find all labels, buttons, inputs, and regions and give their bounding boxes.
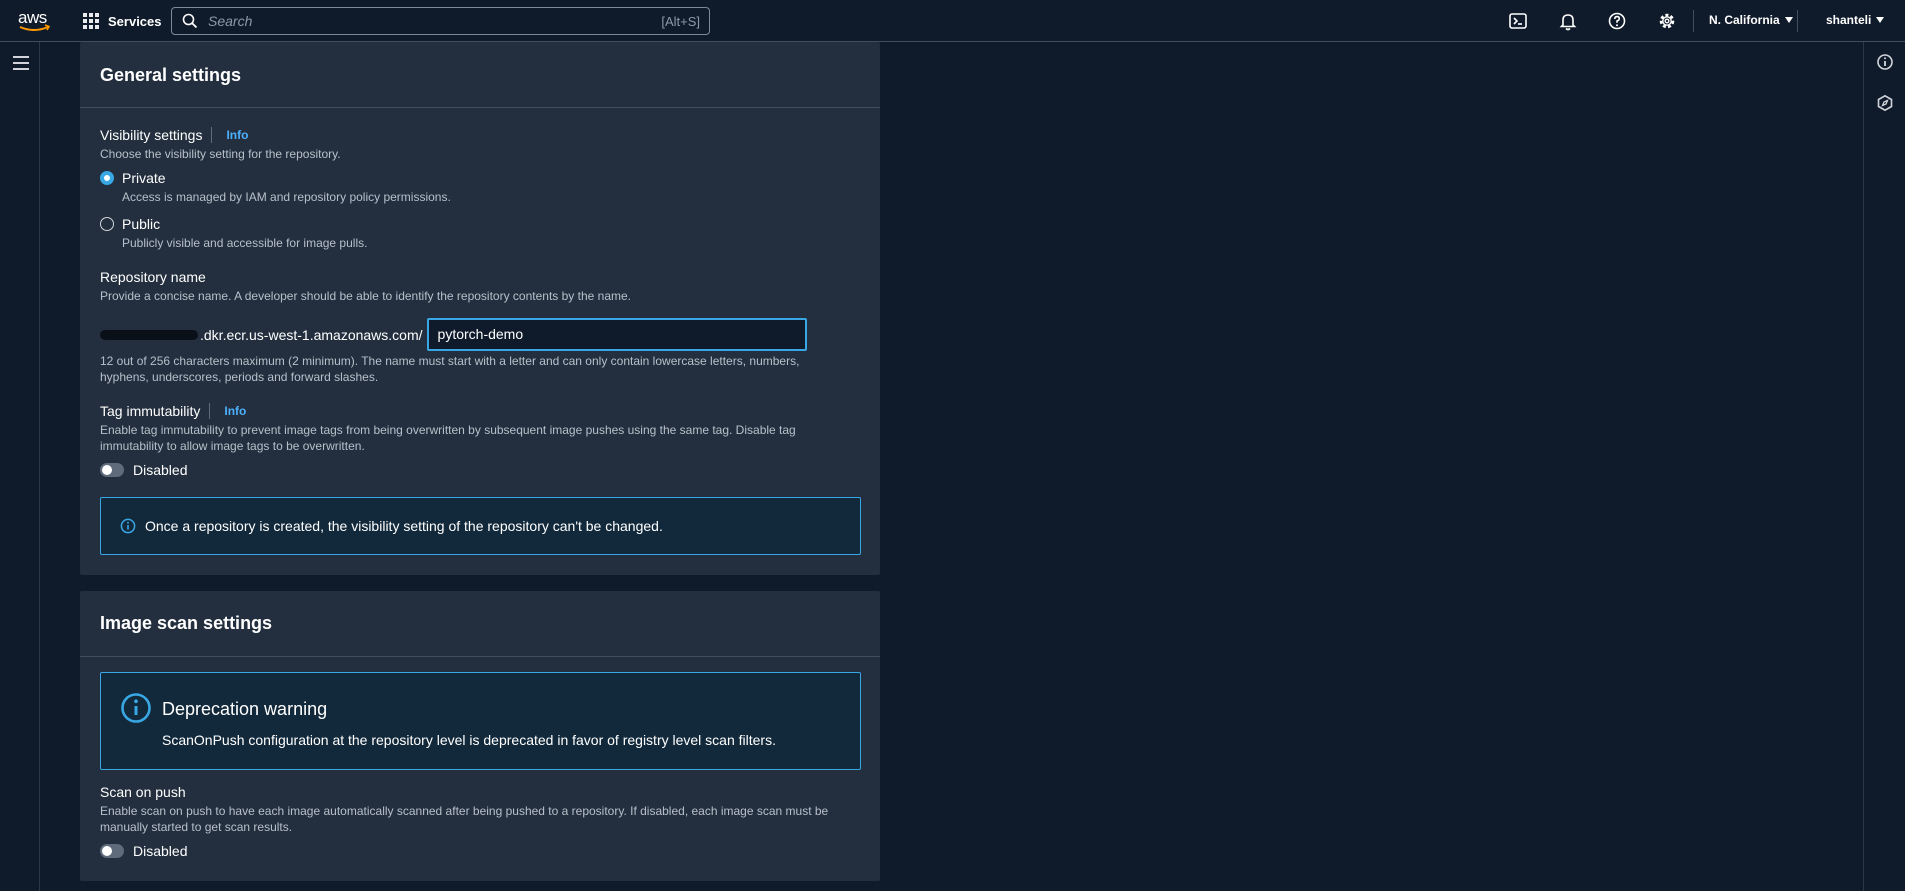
search-icon bbox=[182, 13, 198, 29]
visibility-alert-text: Once a repository is created, the visibi… bbox=[145, 518, 663, 534]
repository-name-label: Repository name bbox=[100, 269, 206, 285]
tag-immutability-toggle-label: Disabled bbox=[133, 462, 188, 478]
private-radio-label: Private bbox=[122, 170, 166, 186]
cloudshell-icon[interactable] bbox=[1508, 11, 1528, 31]
scan-on-push-toggle-label: Disabled bbox=[133, 843, 188, 859]
repository-name-description: Provide a concise name. A developer shou… bbox=[100, 289, 631, 303]
scan-on-push-label: Scan on push bbox=[100, 784, 186, 800]
left-rail bbox=[0, 42, 40, 891]
toggle-knob bbox=[102, 846, 112, 856]
region-label: N. California bbox=[1709, 13, 1780, 27]
tag-immutability-label-row: Tag immutability Info bbox=[100, 403, 246, 419]
visibility-settings-label-row: Visibility settings Info bbox=[100, 127, 248, 143]
nav-divider bbox=[1693, 10, 1694, 32]
repository-uri-row: .dkr.ecr.us-west-1.amazonaws.com/ pytorc… bbox=[100, 318, 807, 351]
public-radio-label: Public bbox=[122, 216, 161, 232]
label-divider bbox=[211, 127, 213, 143]
services-label: Services bbox=[108, 13, 162, 29]
tag-immutability-toggle-row: Disabled bbox=[100, 462, 187, 478]
user-menu[interactable]: shanteli bbox=[1826, 13, 1885, 27]
tag-immutability-toggle[interactable] bbox=[100, 463, 124, 477]
general-settings-panel: General settings Visibility settings Inf… bbox=[80, 42, 880, 575]
aws-smile-icon bbox=[19, 24, 51, 31]
info-icon bbox=[120, 518, 136, 534]
info-icon bbox=[121, 693, 151, 723]
radio-option-private[interactable]: Private bbox=[100, 170, 166, 186]
right-rail bbox=[1863, 42, 1905, 891]
info-panel-icon[interactable] bbox=[1876, 53, 1894, 71]
scan-on-push-toggle-row: Disabled bbox=[100, 843, 187, 859]
label-divider bbox=[209, 403, 211, 419]
private-radio[interactable] bbox=[100, 171, 114, 185]
tag-immutability-info-link[interactable]: Info bbox=[224, 404, 246, 418]
search-shortcut: [Alt+S] bbox=[661, 13, 700, 29]
search-input[interactable]: Search [Alt+S] bbox=[171, 7, 710, 35]
redacted-account-id bbox=[100, 329, 198, 340]
search-placeholder: Search bbox=[208, 13, 253, 29]
visibility-info-link[interactable]: Info bbox=[226, 128, 248, 142]
services-grid-icon bbox=[83, 13, 99, 29]
visibility-description: Choose the visibility setting for the re… bbox=[100, 147, 341, 161]
chevron-down-icon bbox=[1876, 17, 1885, 23]
services-menu-button[interactable]: Services bbox=[83, 9, 162, 33]
panel-header: General settings bbox=[80, 42, 880, 108]
repository-name-hint-line1: 12 out of 256 characters maximum (2 mini… bbox=[100, 354, 800, 368]
scan-on-push-description-line2: manually started to get scan results. bbox=[100, 820, 293, 834]
public-description: Publicly visible and accessible for imag… bbox=[122, 236, 368, 250]
scan-on-push-toggle[interactable] bbox=[100, 844, 124, 858]
settings-icon[interactable] bbox=[1657, 11, 1677, 31]
scan-on-push-description-line1: Enable scan on push to have each image a… bbox=[100, 804, 829, 818]
region-selector[interactable]: N. California bbox=[1709, 13, 1793, 27]
user-label: shanteli bbox=[1826, 13, 1872, 27]
repository-uri-prefix: .dkr.ecr.us-west-1.amazonaws.com/ bbox=[200, 326, 423, 343]
image-scan-settings-panel: Image scan settings Deprecation warning … bbox=[80, 591, 880, 881]
deprecation-warning-title: Deprecation warning bbox=[162, 699, 328, 719]
deprecation-warning-alert: Deprecation warning ScanOnPush configura… bbox=[100, 672, 861, 770]
tag-immutability-description-line1: Enable tag immutability to prevent image… bbox=[100, 423, 796, 437]
chevron-down-icon bbox=[1784, 17, 1793, 23]
deprecation-warning-text: ScanOnPush configuration at the reposito… bbox=[162, 732, 776, 748]
private-description: Access is managed by IAM and repository … bbox=[122, 190, 451, 204]
visibility-settings-label: Visibility settings bbox=[100, 127, 203, 143]
panel-header: Image scan settings bbox=[80, 591, 880, 657]
general-settings-title: General settings bbox=[100, 65, 242, 85]
top-navigation: aws Services Search [Alt+S] N. Californi… bbox=[0, 0, 1905, 42]
explore-icon[interactable] bbox=[1876, 94, 1894, 112]
public-radio[interactable] bbox=[100, 217, 114, 231]
nav-divider bbox=[1797, 10, 1798, 32]
toggle-knob bbox=[102, 465, 112, 475]
radio-option-public[interactable]: Public bbox=[100, 216, 160, 232]
tag-immutability-description-line2: immutability to allow image tags to be o… bbox=[100, 439, 365, 453]
tag-immutability-label: Tag immutability bbox=[100, 403, 201, 419]
visibility-info-alert: Once a repository is created, the visibi… bbox=[100, 497, 861, 555]
aws-logo[interactable]: aws bbox=[17, 8, 53, 34]
repository-name-input[interactable]: pytorch-demo bbox=[426, 318, 807, 351]
image-scan-settings-title: Image scan settings bbox=[100, 613, 273, 633]
help-icon[interactable] bbox=[1607, 11, 1627, 31]
bell-icon[interactable] bbox=[1558, 11, 1578, 31]
repository-name-hint-line2: hyphens, underscores, periods and forwar… bbox=[100, 370, 379, 384]
menu-icon[interactable] bbox=[13, 56, 29, 70]
